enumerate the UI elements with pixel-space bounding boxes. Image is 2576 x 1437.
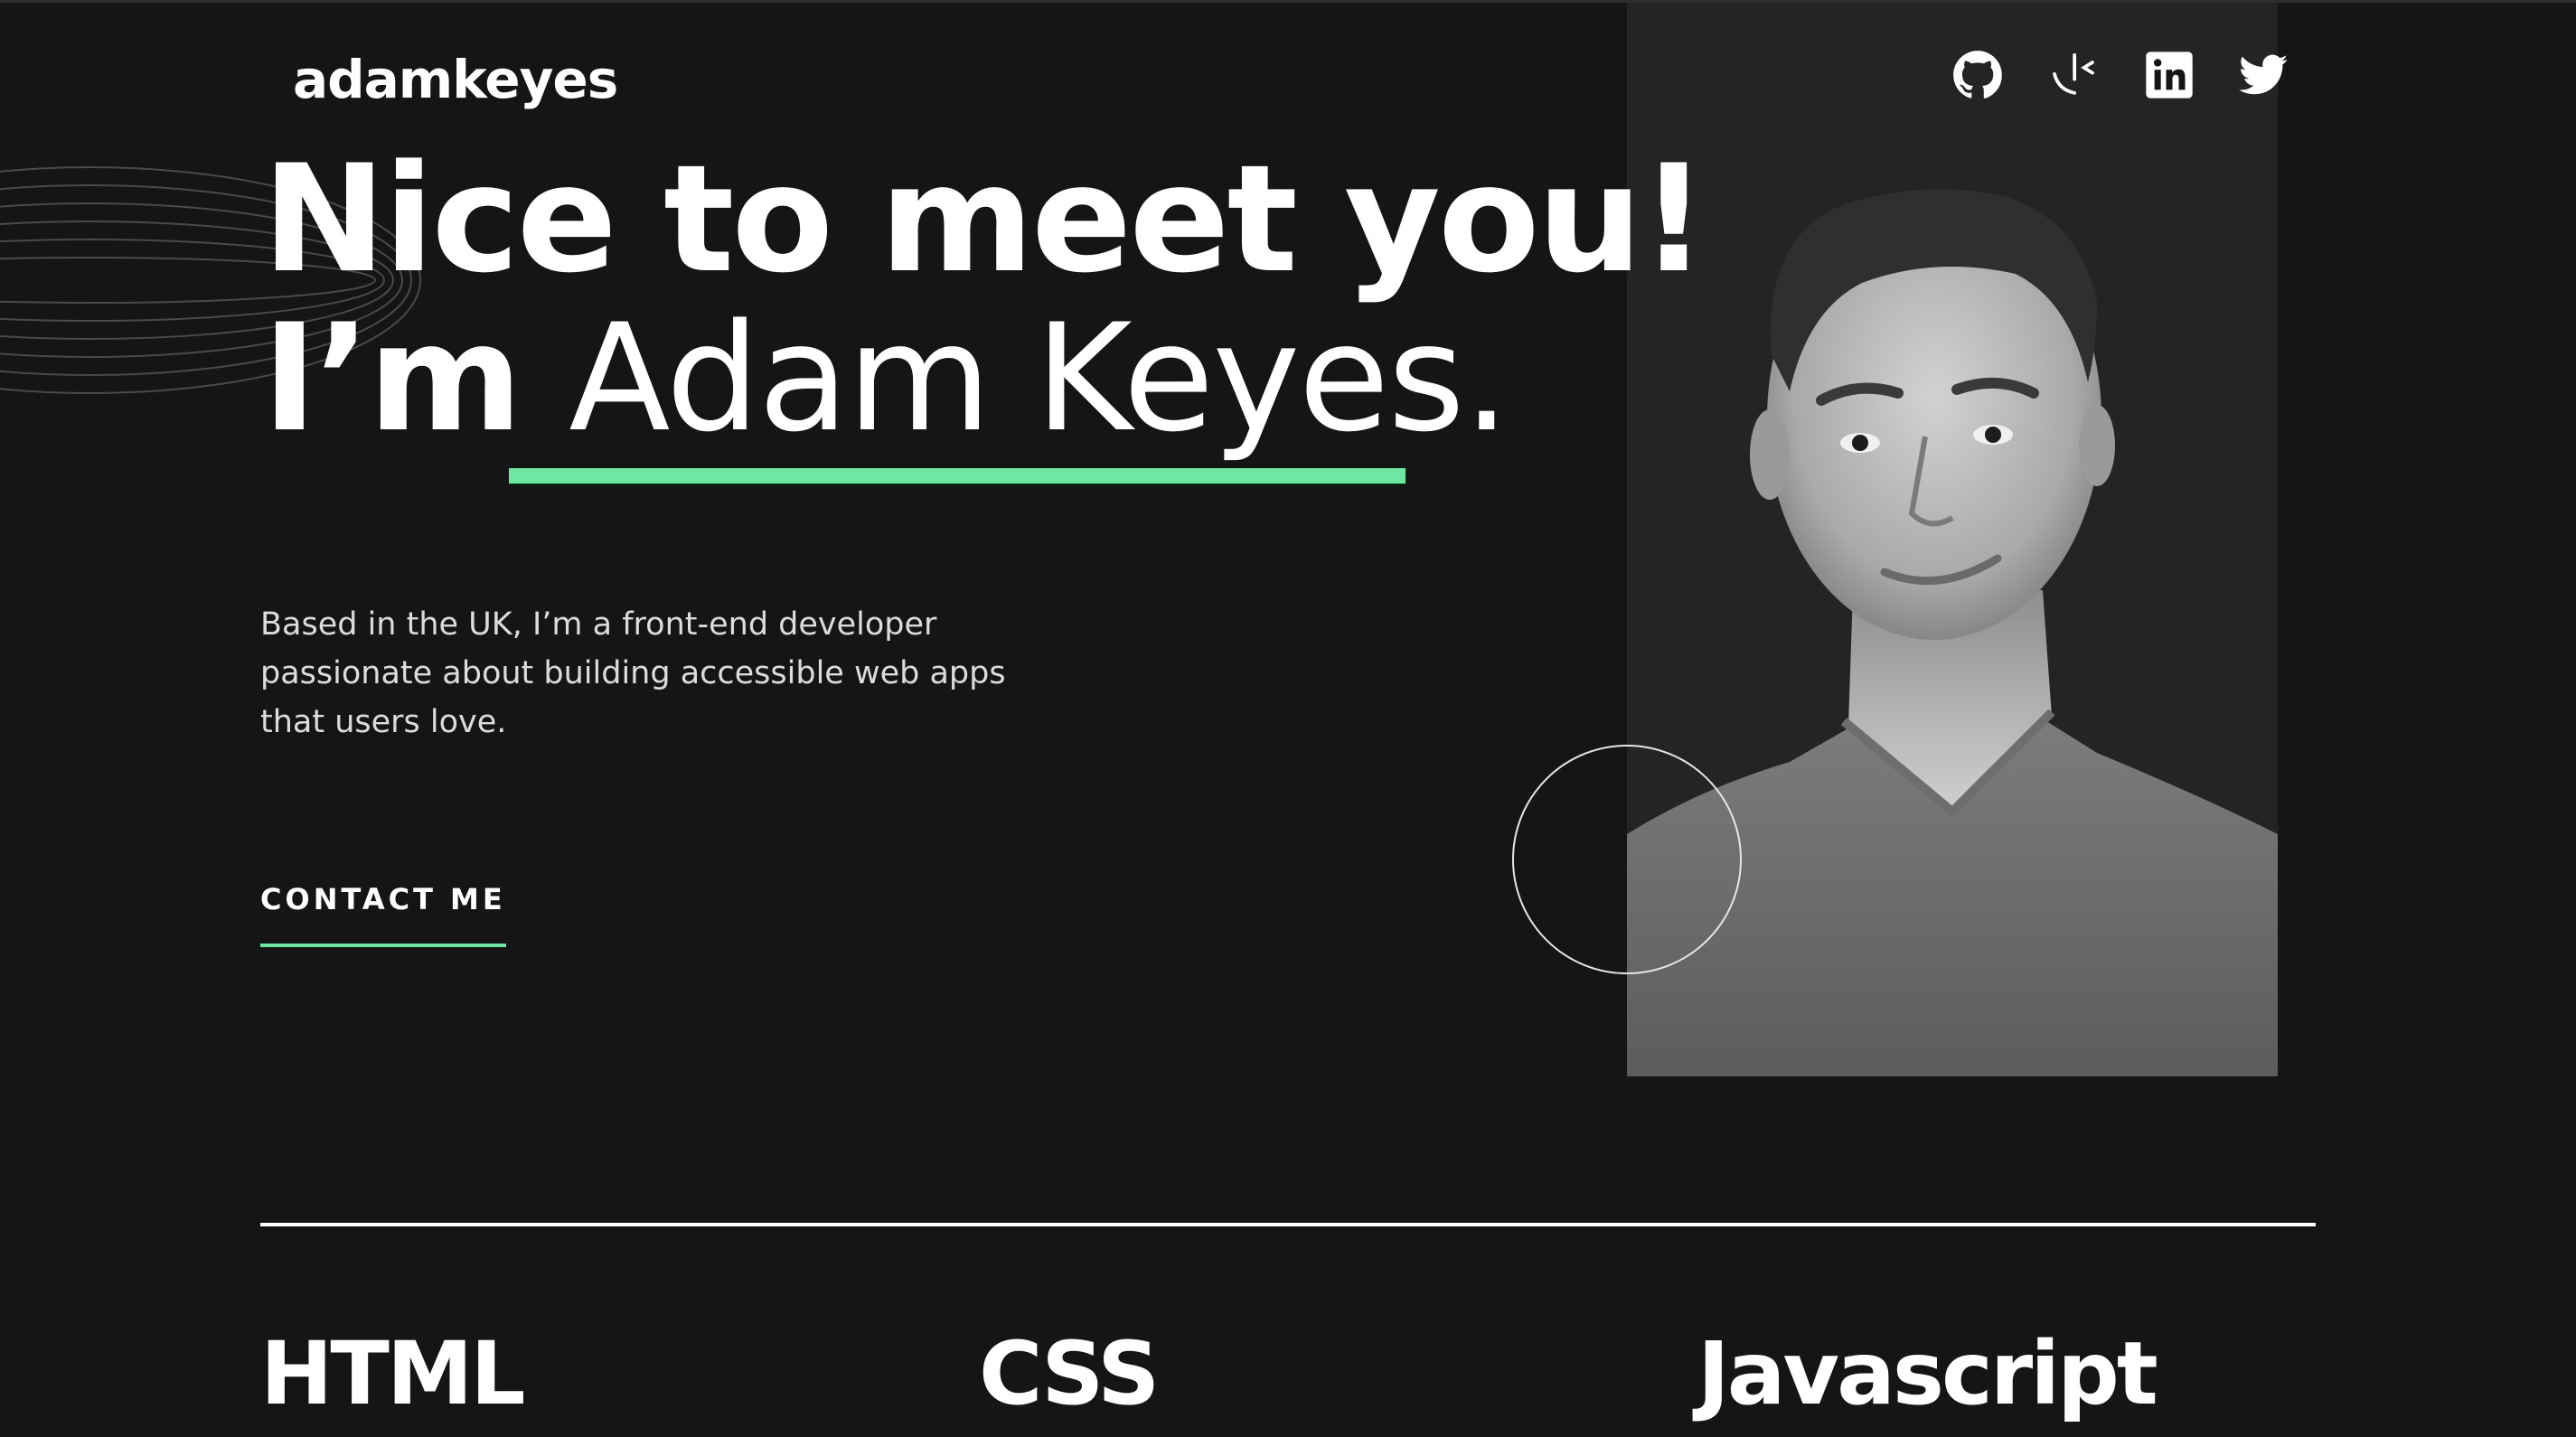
- skill-css: CSS: [979, 1323, 1160, 1424]
- hero-heading-line-2: I’m Adam Keyes.: [262, 299, 1705, 458]
- github-link[interactable]: [1952, 50, 2003, 100]
- hero-heading-line-1: Nice to meet you!: [262, 133, 1707, 305]
- skill-javascript: Javascript: [1697, 1323, 2158, 1424]
- hero-heading-name: Adam Keyes.: [569, 292, 1510, 465]
- frontend-mentor-icon: [2053, 52, 2094, 95]
- hero-heading: Nice to meet you! I’m Adam Keyes.: [262, 133, 1707, 458]
- contact-me-button[interactable]: CONTACT ME: [260, 877, 506, 947]
- decorative-circle: [1512, 745, 1742, 974]
- twitter-icon: [2239, 54, 2288, 95]
- github-icon: [1953, 51, 2002, 99]
- linkedin-link[interactable]: [2144, 50, 2195, 100]
- intro-text: Based in the UK, I’m a front-end develop…: [260, 606, 1006, 740]
- section-divider: [260, 1223, 2316, 1226]
- linkedin-icon: [2146, 52, 2193, 99]
- brand-logo[interactable]: adamkeyes: [293, 41, 618, 118]
- skill-html: HTML: [260, 1323, 526, 1424]
- hero-heading-prefix: I’m: [262, 292, 569, 465]
- twitter-link[interactable]: [2238, 50, 2289, 100]
- frontend-mentor-link[interactable]: [2048, 50, 2099, 100]
- name-accent-underline: [509, 468, 1406, 484]
